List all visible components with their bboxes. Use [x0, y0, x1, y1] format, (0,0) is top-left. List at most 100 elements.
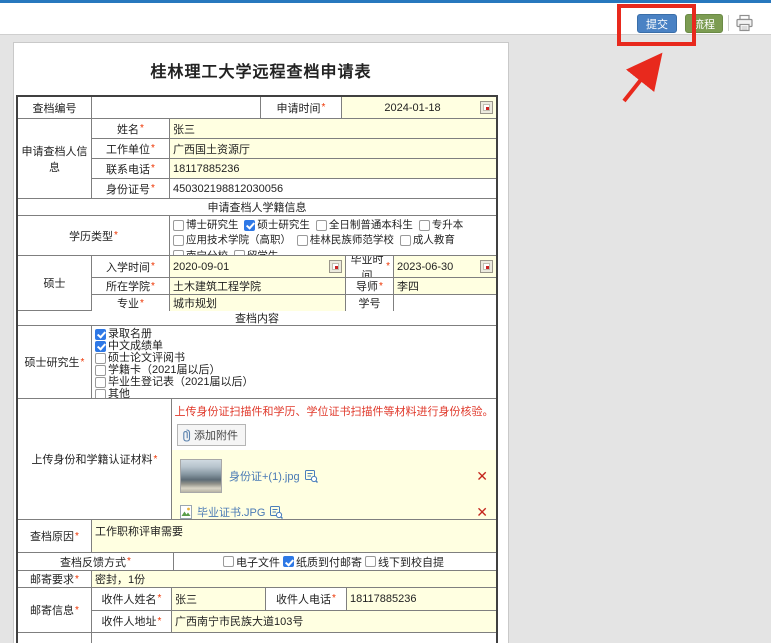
preview-icon[interactable] — [270, 506, 283, 519]
checkbox-icon[interactable] — [234, 250, 245, 255]
feedback-option[interactable]: 电子文件 — [223, 554, 280, 570]
edu-type-option[interactable]: 全日制普通本科生 — [316, 219, 413, 232]
feedback-option[interactable]: 线下到校自提 — [365, 554, 444, 570]
checkbox-icon[interactable] — [283, 556, 294, 567]
checkbox-icon[interactable] — [95, 377, 106, 388]
flow-button[interactable]: 流程 — [685, 14, 723, 33]
submit-button[interactable]: 提交 — [637, 14, 677, 33]
edu-type-option[interactable]: 成人教育 — [400, 234, 455, 247]
checkbox-icon[interactable] — [95, 365, 106, 376]
checkbox-icon[interactable] — [419, 220, 430, 231]
receiver-address-field[interactable]: 广西南宁市民族大道103号 — [171, 611, 496, 633]
content-option[interactable]: 其他 — [95, 388, 493, 398]
edu-type-option[interactable]: 硕士研究生 — [244, 219, 310, 232]
graduate-time-label: 毕业时间* — [345, 256, 393, 277]
graduate-time-field[interactable]: 2023-06-30 — [393, 256, 496, 277]
enroll-time-label: 入学时间* — [91, 256, 169, 277]
checkbox-icon[interactable] — [297, 235, 308, 246]
checkbox-icon[interactable] — [400, 235, 411, 246]
phone-label: 联系电话* — [91, 159, 169, 178]
attachment-filename[interactable]: 身份证+(1).jpg — [229, 468, 300, 484]
mail-req-field[interactable]: 密封，1份 — [91, 571, 496, 587]
image-file-icon — [180, 505, 193, 519]
phone-field[interactable]: 18117885236 — [169, 159, 496, 178]
major-label: 专业* — [91, 295, 169, 311]
content-option[interactable]: 录取名册 — [95, 328, 493, 340]
checkbox-icon[interactable] — [173, 235, 184, 246]
edu-type-options: 博士研究生 硕士研究生 全日制普通本科生 专升本 应用技术学院（高职） 桂林民族… — [169, 216, 496, 255]
row-content-header: 查档内容 — [18, 310, 496, 325]
delete-attachment-icon[interactable]: ✕ — [476, 469, 488, 483]
receiver-phone-label: 收件人电话* — [265, 588, 346, 610]
calendar-icon[interactable] — [329, 260, 342, 273]
archive-no-field[interactable] — [91, 97, 260, 118]
delete-attachment-icon[interactable]: ✕ — [476, 505, 488, 519]
content-option[interactable]: 中文成绩单 — [95, 340, 493, 352]
edu-type-option[interactable]: 博士研究生 — [173, 219, 239, 232]
attachment-list: 身份证+(1).jpg ✕ 毕业证书.JPG — [172, 450, 496, 519]
checkbox-icon[interactable] — [365, 556, 376, 567]
attachment-item: 身份证+(1).jpg ✕ — [180, 453, 488, 499]
archive-no-label: 查档编号 — [18, 97, 91, 118]
row-partial-bottom — [18, 632, 496, 643]
mail-req-label: 邮寄要求* — [18, 571, 91, 587]
college-label: 所在学院* — [91, 278, 169, 294]
partial-value-cell — [91, 633, 496, 643]
row-upload: 上传身份和学籍认证材料* 上传身份证扫描件和学历、学位证书扫描件等材料进行身份核… — [18, 398, 496, 519]
checkbox-icon[interactable] — [173, 250, 184, 255]
preview-icon[interactable] — [305, 470, 318, 483]
checkbox-icon[interactable] — [95, 341, 106, 352]
id-number-field[interactable]: 450302198812030056 — [169, 179, 496, 198]
receiver-phone-field[interactable]: 18117885236 — [346, 588, 496, 610]
checkbox-icon[interactable] — [95, 389, 106, 399]
calendar-icon[interactable] — [480, 260, 493, 273]
edu-type-option[interactable]: 专升本 — [419, 219, 464, 232]
checkbox-icon[interactable] — [173, 220, 184, 231]
receiver-address-label: 收件人地址* — [91, 611, 171, 633]
attachment-thumbnail[interactable] — [180, 459, 222, 493]
checkbox-icon[interactable] — [95, 353, 106, 364]
tutor-field[interactable]: 李四 — [393, 278, 496, 294]
edu-type-option[interactable]: 桂林民族师范学校 — [297, 234, 394, 247]
tutor-label: 导师* — [345, 278, 393, 294]
toolbar: 提交 流程 — [0, 3, 771, 35]
student-no-field[interactable] — [393, 295, 496, 311]
mail-info-group-label: 邮寄信息* — [18, 588, 91, 632]
content-option[interactable]: 学籍卡（2021届以后） — [95, 364, 493, 376]
checkbox-icon[interactable] — [316, 220, 327, 231]
apply-time-field[interactable]: 2024-01-18 — [341, 97, 496, 118]
work-unit-field[interactable]: 广西国土资源厅 — [169, 139, 496, 158]
group-mail-info: 邮寄信息* 收件人姓名* 张三 收件人电话* 18117885236 收件人地址… — [18, 587, 496, 632]
content-option[interactable]: 毕业生登记表（2021届以后） — [95, 376, 493, 388]
name-label: 姓名* — [91, 119, 169, 138]
edu-type-option[interactable]: 留学生 — [234, 250, 279, 256]
row-edu-type: 学历类型* 博士研究生 硕士研究生 全日制普通本科生 专升本 应用技术学院（高职… — [18, 215, 496, 255]
content-option[interactable]: 硕士论文评阅书 — [95, 352, 493, 364]
attachment-filename[interactable]: 毕业证书.JPG — [197, 504, 265, 519]
college-field[interactable]: 土木建筑工程学院 — [169, 278, 345, 294]
major-field[interactable]: 城市规划 — [169, 295, 345, 311]
partial-label-cell — [18, 633, 91, 643]
enroll-time-field[interactable]: 2020-09-01 — [169, 256, 345, 277]
checkbox-icon[interactable] — [223, 556, 234, 567]
reason-field[interactable]: 工作职称评审需要 — [91, 520, 496, 552]
calendar-icon[interactable] — [480, 101, 493, 114]
toolbar-divider — [728, 15, 729, 31]
upload-hint: 上传身份证扫描件和学历、学位证书扫描件等材料进行身份核验。 — [172, 399, 496, 419]
print-icon[interactable] — [735, 14, 754, 33]
upload-area: 上传身份证扫描件和学历、学位证书扫描件等材料进行身份核验。 添加附件 身份证+(… — [171, 399, 496, 519]
edu-type-option[interactable]: 应用技术学院（高职） — [173, 234, 291, 247]
checkbox-icon[interactable] — [95, 329, 106, 340]
id-number-label: 身份证号* — [91, 179, 169, 198]
add-attachment-button[interactable]: 添加附件 — [177, 424, 246, 446]
feedback-option[interactable]: 纸质到付邮寄 — [283, 554, 362, 570]
checkbox-icon[interactable] — [244, 220, 255, 231]
group-applicant: 申请查档人信息 姓名* 张三 工作单位* 广西国土资源厅 联系电话* 18117… — [18, 118, 496, 198]
row-mail-req: 邮寄要求* 密封，1份 — [18, 570, 496, 587]
master-items-label: 硕士研究生* — [18, 326, 91, 398]
name-field[interactable]: 张三 — [169, 119, 496, 138]
student-no-label: 学号 — [345, 295, 393, 311]
row-archive-no: 查档编号 申请时间* 2024-01-18 — [18, 97, 496, 118]
receiver-name-field[interactable]: 张三 — [171, 588, 265, 610]
edu-type-option[interactable]: 南宁分校 — [173, 250, 228, 256]
